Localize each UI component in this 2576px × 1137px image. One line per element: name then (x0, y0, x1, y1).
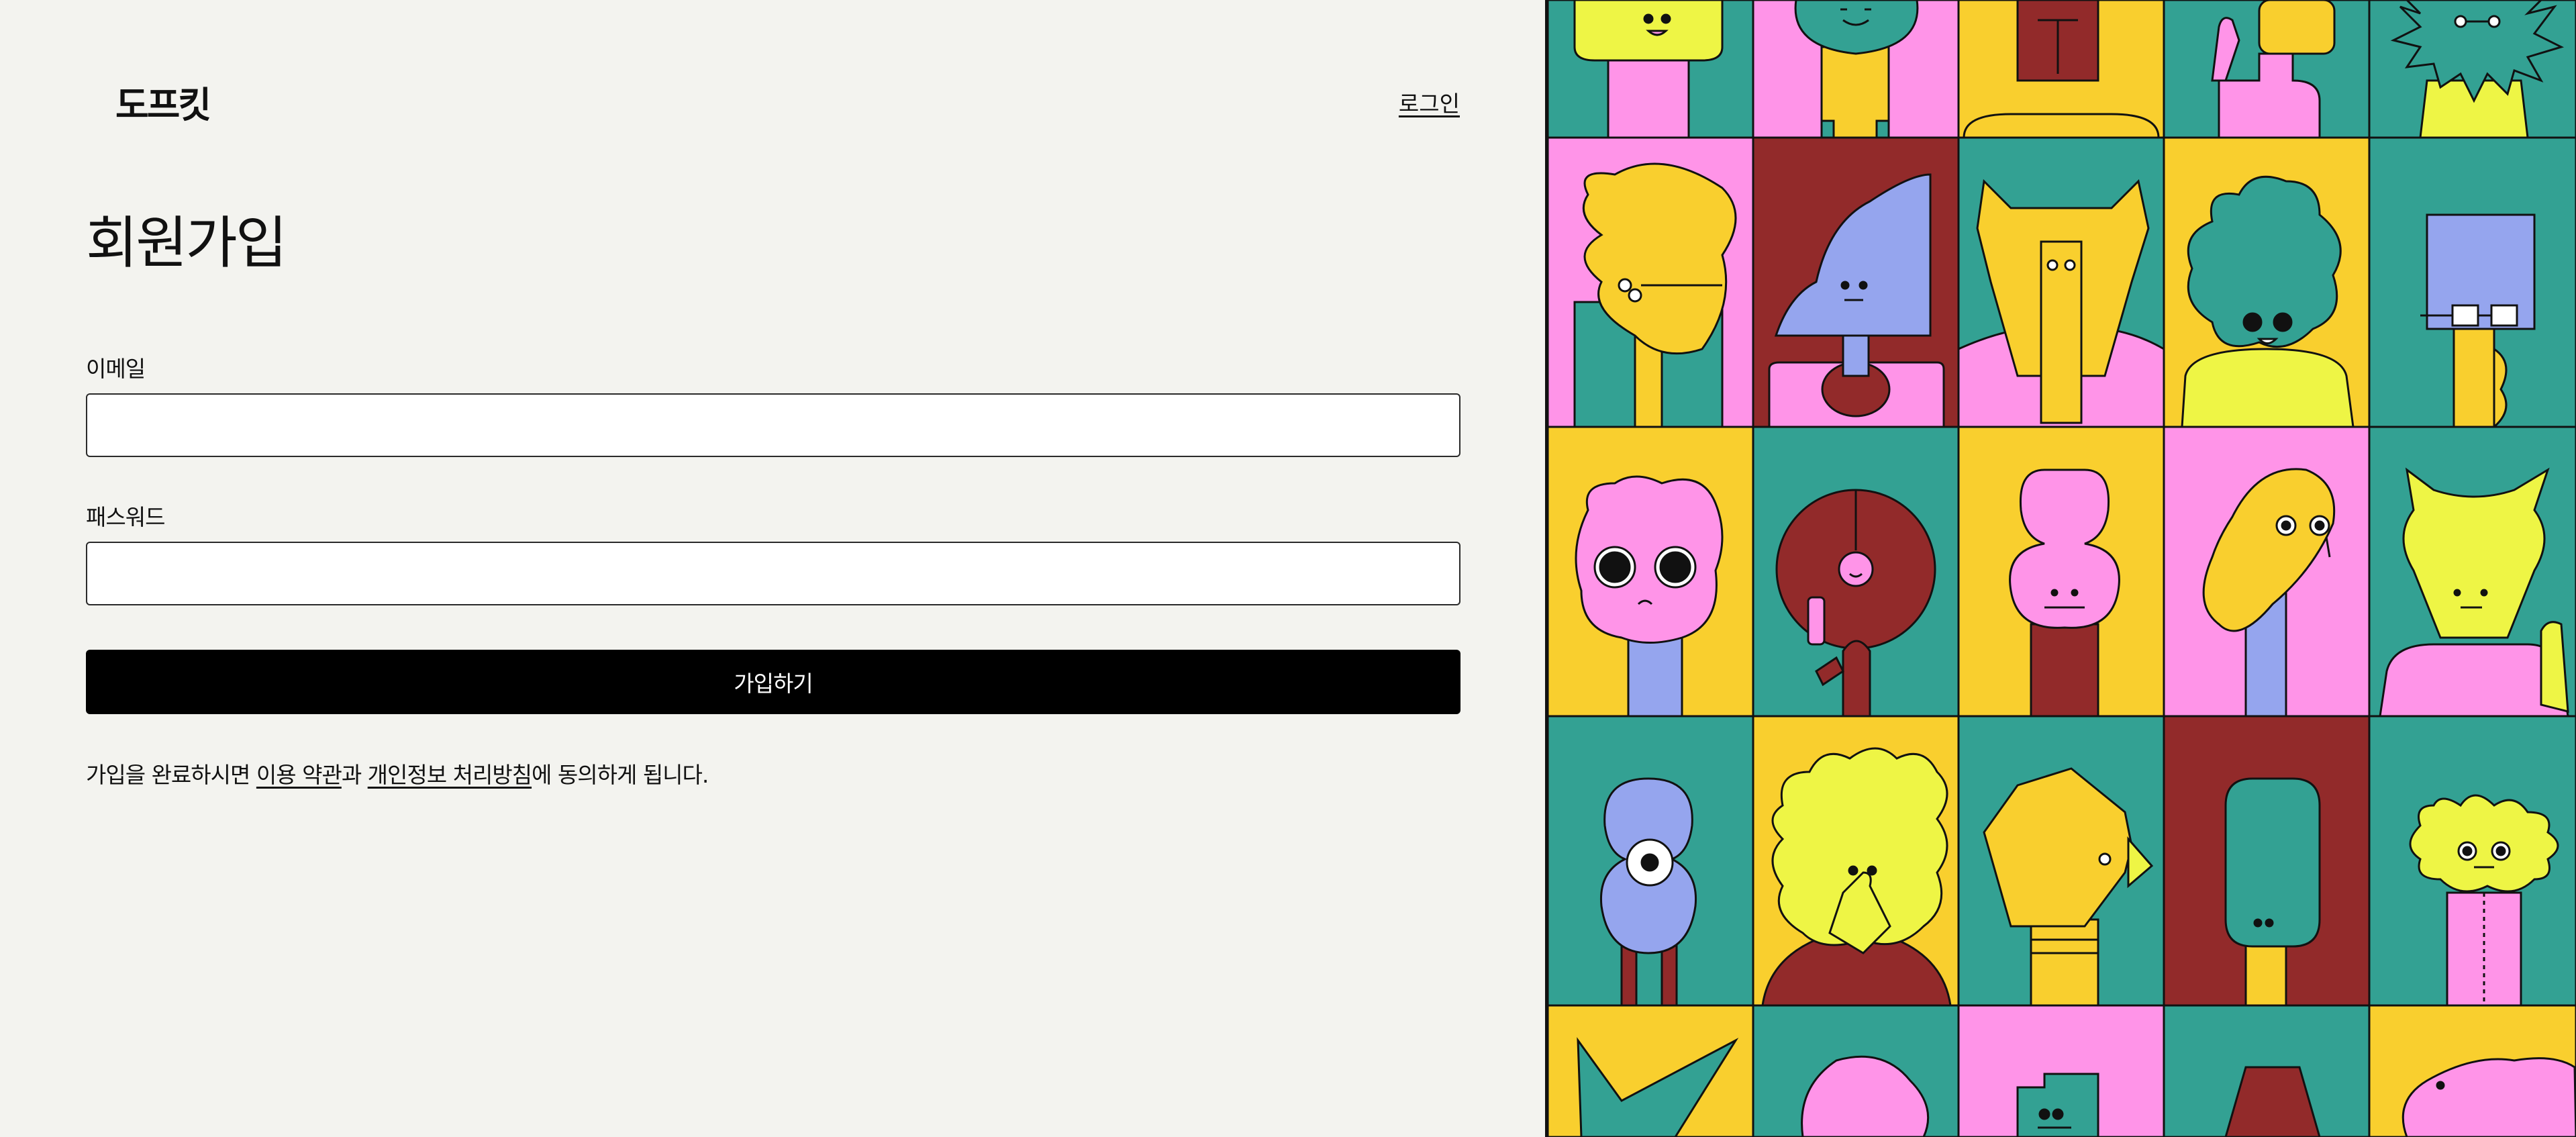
terms-notice: 가입을 완료하시면 이용 약관과 개인정보 처리방침에 동의하게 됩니다. (86, 757, 709, 789)
privacy-policy-link[interactable]: 개인정보 처리방침 (368, 762, 532, 788)
character-tile (2368, 1004, 2576, 1137)
character-tile (2368, 426, 2576, 718)
email-field[interactable] (86, 393, 1460, 457)
terms-middle: 과 (341, 762, 368, 788)
email-label: 이메일 (86, 356, 146, 382)
login-link[interactable]: 로그인 (1399, 86, 1460, 118)
password-field[interactable] (86, 542, 1460, 605)
character-tile (1957, 715, 2165, 1007)
character-tile (1548, 426, 1754, 718)
signup-panel: 도프킷 로그인 회원가입 이메일 패스워드 가입하기 가입을 완료하시면 이용 … (0, 0, 1547, 1137)
character-tile (2163, 136, 2371, 428)
password-label: 패스워드 (86, 504, 165, 530)
character-tile (2163, 1004, 2371, 1137)
character-tile (2163, 0, 2371, 139)
character-tile (1548, 136, 1754, 428)
terms-suffix: 에 동의하게 됩니다. (532, 762, 709, 788)
brand-logo[interactable]: 도프킷 (115, 75, 211, 128)
character-tile (2163, 715, 2371, 1007)
character-grid-svg (1548, 0, 2576, 1137)
character-tile (1752, 0, 1960, 139)
character-tile (1752, 715, 1960, 1007)
character-tile (1957, 426, 2165, 718)
character-tile (1752, 426, 1960, 718)
character-tile (1752, 136, 1960, 428)
character-tile (1548, 0, 1754, 139)
character-tile (1957, 0, 2165, 139)
page-title: 회원가입 (86, 210, 287, 276)
character-illustration (1548, 0, 2576, 1137)
signup-button[interactable]: 가입하기 (86, 650, 1460, 714)
character-tile (1957, 136, 2165, 428)
character-tile (1548, 1004, 1754, 1137)
character-tile (1957, 1004, 2165, 1137)
character-tile (1752, 1004, 1960, 1137)
terms-of-service-link[interactable]: 이용 약관 (256, 762, 342, 788)
character-tile (2163, 426, 2371, 718)
character-tile (2368, 0, 2576, 139)
character-tile (1548, 715, 1754, 1007)
character-tile (2368, 136, 2576, 430)
terms-prefix: 가입을 완료하시면 (86, 762, 256, 788)
character-tile (2368, 715, 2576, 1007)
